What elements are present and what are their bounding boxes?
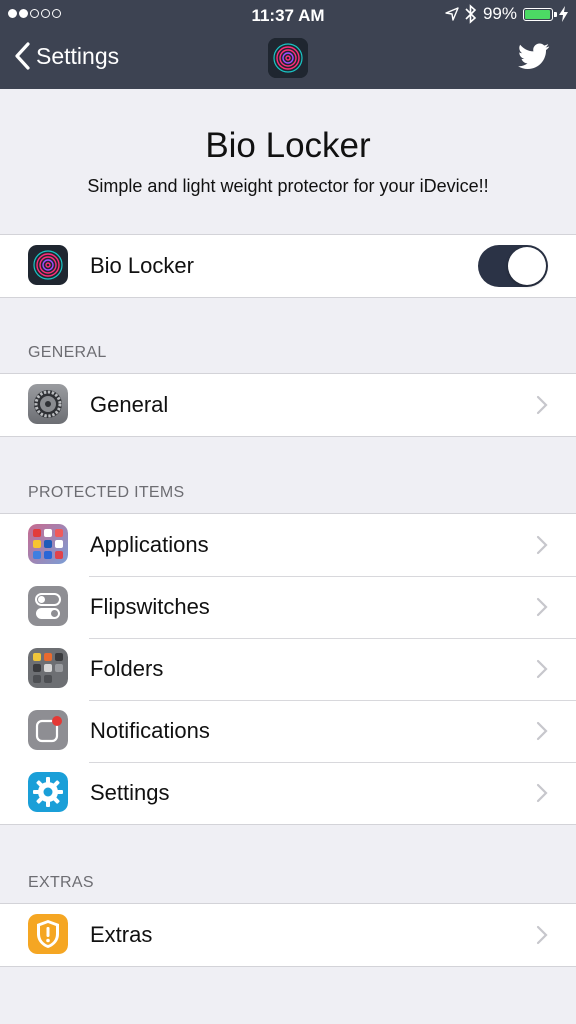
list-item-extras[interactable]: Extras [0, 904, 576, 966]
twitter-icon[interactable] [518, 43, 550, 71]
main-toggle-group: Bio Locker [0, 234, 576, 298]
protected-items-group: Applications Flipswitches Folders Notifi… [0, 513, 576, 825]
chevron-right-icon [536, 925, 548, 945]
notifications-label: Notifications [90, 718, 210, 743]
battery-icon [523, 7, 557, 21]
settings-gear-icon [28, 772, 68, 812]
list-item-notifications[interactable]: Notifications [0, 700, 576, 762]
location-arrow-icon [445, 7, 459, 21]
app-grid-icon [28, 524, 68, 564]
navigation-bar: Settings [0, 30, 576, 89]
list-item-general[interactable]: General [0, 374, 576, 436]
section-header-extras: EXTRAS [28, 874, 94, 891]
bio-locker-toggle[interactable] [478, 245, 548, 287]
top-bar: 11:37 AM 99% Settings [0, 0, 576, 89]
flipswitches-label: Flipswitches [90, 594, 210, 619]
chevron-right-icon [536, 659, 548, 679]
extras-label: Extras [90, 922, 153, 947]
chevron-right-icon [536, 597, 548, 617]
list-item-settings[interactable]: Settings [0, 762, 576, 824]
bluetooth-icon [465, 4, 477, 24]
section-header-general: GENERAL [28, 344, 107, 361]
back-label: Settings [36, 42, 120, 69]
status-bar: 11:37 AM 99% [0, 0, 576, 30]
chevron-left-icon [15, 42, 30, 70]
bio-locker-toggle-row: Bio Locker [0, 235, 576, 297]
gear-icon [28, 384, 68, 424]
chevron-right-icon [536, 721, 548, 741]
notification-badge-icon [28, 710, 68, 750]
warning-shield-icon [28, 914, 68, 954]
chevron-right-icon [536, 535, 548, 555]
list-item-applications[interactable]: Applications [0, 514, 576, 576]
applications-label: Applications [90, 532, 209, 557]
switches-icon [28, 586, 68, 626]
extras-group: Extras [0, 903, 576, 967]
folders-label: Folders [90, 656, 164, 681]
fingerprint-app-icon [268, 38, 308, 78]
settings-label: Settings [90, 780, 170, 805]
chevron-right-icon [536, 783, 548, 803]
chevron-right-icon [536, 395, 548, 415]
fingerprint-app-icon [28, 245, 68, 285]
back-button[interactable]: Settings [14, 42, 119, 70]
charging-bolt-icon [559, 6, 568, 22]
status-right: 99% [445, 4, 568, 24]
page-subtitle: Simple and light weight protector for yo… [87, 176, 489, 196]
toggle-knob [508, 247, 546, 285]
battery-percent: 99% [482, 4, 517, 23]
general-group: General [0, 373, 576, 437]
section-header-protected: PROTECTED ITEMS [28, 484, 185, 501]
list-item-flipswitches[interactable]: Flipswitches [0, 576, 576, 638]
list-item-folders[interactable]: Folders [0, 638, 576, 700]
folder-icon [28, 648, 68, 688]
general-label: General [90, 392, 169, 417]
page-title: Bio Locker [205, 126, 371, 165]
bio-locker-label: Bio Locker [90, 253, 194, 278]
